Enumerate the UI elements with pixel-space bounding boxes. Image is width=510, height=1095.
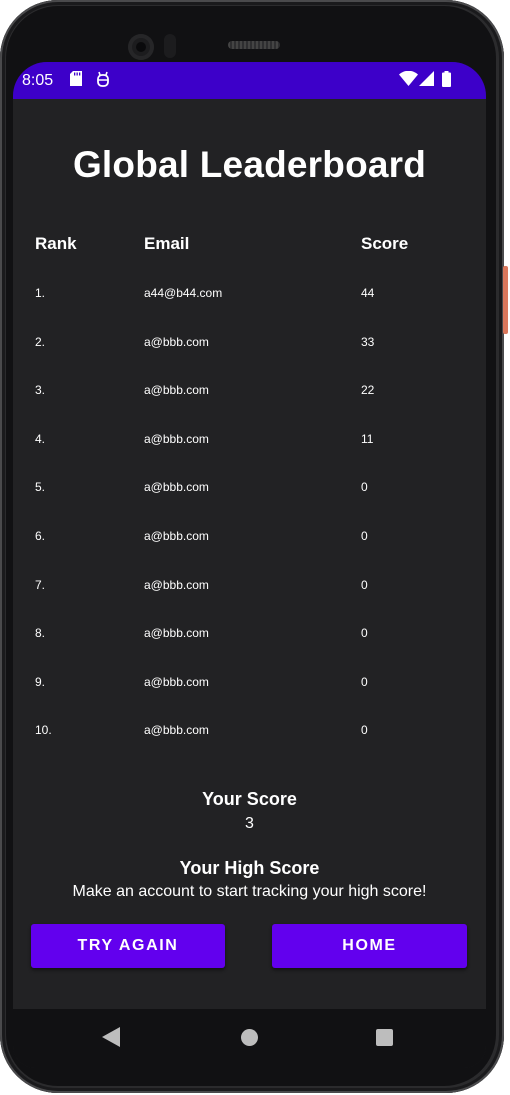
navigation-bar: [13, 1009, 486, 1068]
page-title: Global Leaderboard: [72, 144, 427, 185]
table-row: 7. a@bbb.com 0: [13, 578, 486, 627]
score-cell: 11: [361, 431, 374, 446]
back-icon[interactable]: [102, 1027, 120, 1052]
email-cell: a@bbb.com: [144, 383, 209, 398]
rank-cell: 1.: [35, 286, 46, 300]
rank-cell: 6.: [35, 528, 46, 543]
table-row: 1. a44@b44.com 44: [13, 286, 486, 335]
email-cell: a@bbb.com: [144, 334, 209, 349]
rank-cell: 7.: [35, 577, 46, 592]
column-header-score: Score: [361, 234, 409, 253]
table-row: 4. a@bbb.com 11: [13, 432, 486, 481]
leaderboard-screen: Global Leaderboard Rank Email Score 1. a…: [13, 99, 486, 1009]
rank-cell: 10.: [35, 723, 52, 738]
home-button[interactable]: HOME: [272, 924, 467, 968]
score-cell: 0: [361, 480, 368, 495]
table-row: 2. a@bbb.com 33: [13, 335, 486, 384]
email-cell: a@bbb.com: [144, 723, 209, 738]
battery-icon: [442, 71, 451, 92]
table-row: 9. a@bbb.com 0: [13, 675, 486, 724]
power-button[interactable]: [503, 266, 508, 334]
leaderboard-table: 1. a44@b44.com 44 2. a@bbb.com 33 3. a@b…: [13, 286, 486, 772]
column-header-email: Email: [144, 234, 190, 253]
email-cell: a@bbb.com: [144, 626, 209, 641]
wifi-icon: [399, 70, 418, 91]
email-cell: a@bbb.com: [144, 577, 209, 592]
email-cell: a44@b44.com: [144, 286, 223, 300]
try-again-button[interactable]: TRY AGAIN: [31, 924, 225, 968]
score-cell: 0: [361, 723, 368, 738]
camera-icon: [128, 34, 154, 60]
score-cell: 22: [361, 383, 375, 398]
rank-cell: 8.: [35, 626, 46, 641]
email-cell: a@bbb.com: [144, 674, 209, 689]
recents-icon[interactable]: [376, 1029, 393, 1046]
score-cell: 0: [361, 528, 368, 543]
score-cell: 0: [361, 674, 368, 689]
app-notification-icon: [96, 71, 110, 92]
column-header-rank: Rank: [35, 234, 77, 253]
table-row: 3. a@bbb.com 22: [13, 383, 486, 432]
rank-cell: 2.: [35, 334, 46, 349]
email-cell: a@bbb.com: [144, 480, 209, 495]
rank-cell: 5.: [35, 480, 46, 495]
email-cell: a@bbb.com: [144, 528, 209, 543]
rank-cell: 4.: [35, 431, 46, 446]
email-cell: a@bbb.com: [144, 431, 209, 446]
table-row: 10. a@bbb.com 0: [13, 723, 486, 772]
sensor-icon: [164, 34, 176, 58]
status-time: 8:05: [22, 72, 54, 89]
status-bar: 8:05: [13, 62, 486, 99]
rank-cell: 3.: [35, 383, 46, 398]
score-cell: 0: [361, 577, 368, 592]
rank-cell: 9.: [35, 674, 46, 689]
score-cell: 44: [361, 286, 375, 300]
home-icon[interactable]: [241, 1029, 258, 1046]
table-row: 6. a@bbb.com 0: [13, 529, 486, 578]
speaker-grille: [228, 41, 280, 49]
signal-icon: [419, 71, 434, 91]
device-screen: 8:05 Global Leaderboard Rank Email Score…: [13, 62, 486, 1068]
score-cell: 0: [361, 626, 368, 641]
high-score-message: Make an account to start tracking your h…: [72, 883, 427, 900]
table-header: Rank Email Score: [13, 234, 486, 258]
score-cell: 33: [361, 334, 375, 349]
your-score-value: 3: [245, 815, 254, 832]
high-score-label: Your High Score: [179, 858, 320, 878]
your-score-label: Your Score: [202, 789, 297, 809]
sd-card-icon: [70, 71, 82, 91]
table-row: 8. a@bbb.com 0: [13, 626, 486, 675]
table-row: 5. a@bbb.com 0: [13, 480, 486, 529]
